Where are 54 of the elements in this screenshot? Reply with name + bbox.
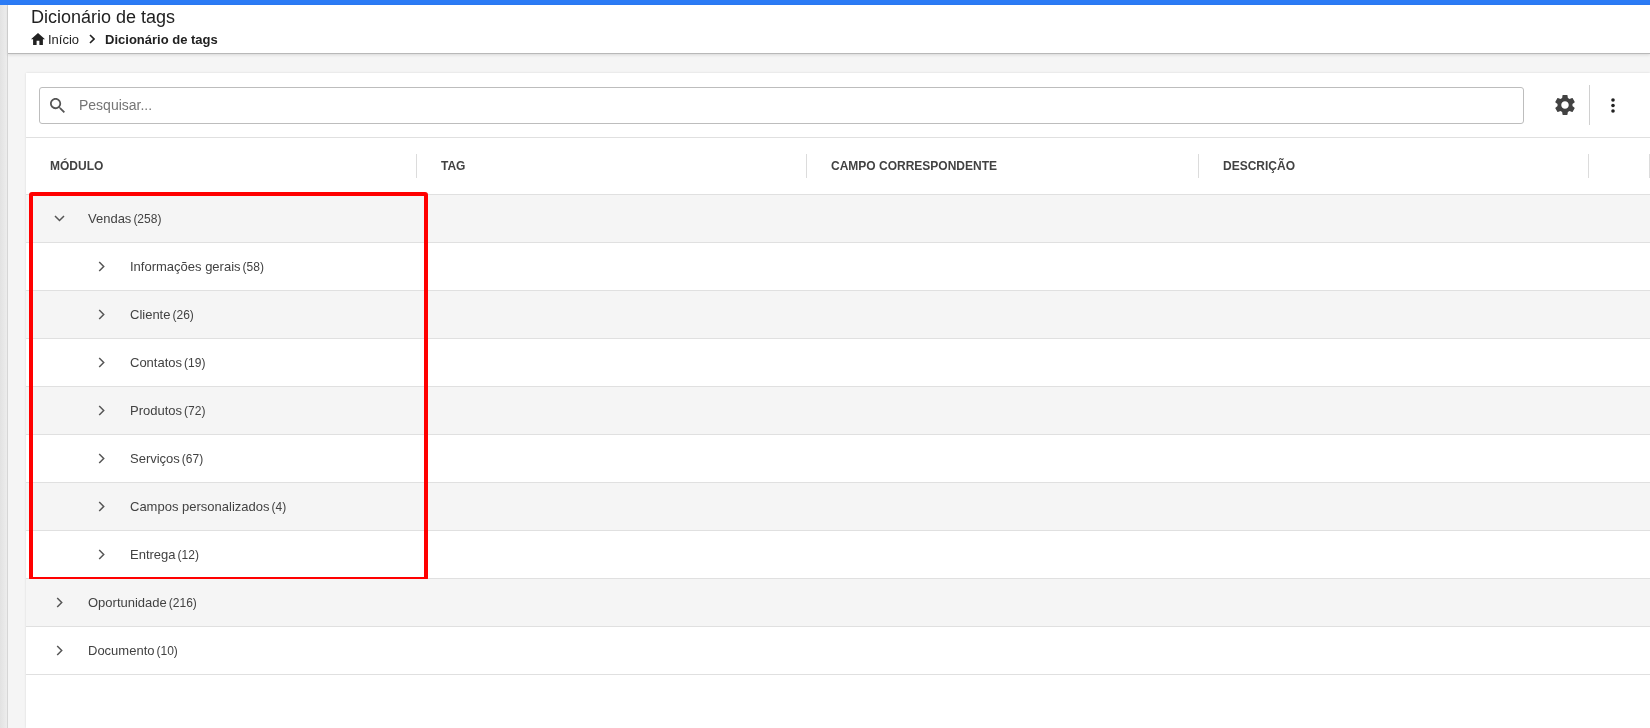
row-count: (216) bbox=[168, 595, 197, 610]
row-label: Produtos bbox=[130, 403, 183, 418]
row-label: Vendas bbox=[88, 211, 132, 226]
row-label: Campos personalizados bbox=[130, 499, 270, 514]
row-count: (258) bbox=[133, 211, 162, 226]
tree-row[interactable]: Entrega(12) bbox=[26, 531, 1650, 579]
chevron-right-icon[interactable] bbox=[98, 357, 105, 368]
row-label: Entrega bbox=[130, 547, 176, 562]
column-header[interactable]: TAG bbox=[441, 159, 466, 173]
column-header[interactable]: DESCRIÇÃO bbox=[1223, 159, 1295, 173]
chevron-right-icon[interactable] bbox=[98, 453, 105, 464]
more-vertical-icon bbox=[1611, 97, 1615, 113]
chevron-right-icon[interactable] bbox=[98, 501, 105, 512]
tree-row[interactable]: Serviços(67) bbox=[26, 435, 1650, 483]
breadcrumb-link[interactable]: Início bbox=[31, 31, 80, 47]
tree-row[interactable]: Informações gerais(58) bbox=[26, 243, 1650, 291]
column-header[interactable]: CAMPO CORRESPONDENTE bbox=[831, 159, 997, 173]
row-count: (10) bbox=[156, 643, 178, 658]
chevron-right-icon[interactable] bbox=[98, 261, 105, 272]
search-field[interactable]: Pesquisar... bbox=[39, 86, 1524, 124]
row-label: Cliente bbox=[130, 307, 171, 322]
row-label: Oportunidade bbox=[88, 595, 167, 610]
chevron-right-icon[interactable] bbox=[98, 549, 105, 560]
tree-row[interactable]: Campos personalizados(4) bbox=[26, 483, 1650, 531]
search-icon bbox=[50, 97, 65, 113]
row-count: (67) bbox=[181, 451, 204, 466]
row-label: Documento bbox=[88, 643, 155, 658]
chevron-right-icon[interactable] bbox=[98, 309, 105, 320]
tree-row[interactable]: Contatos(19) bbox=[26, 339, 1650, 387]
chevron-right-icon[interactable] bbox=[56, 645, 63, 656]
row-label: Contatos bbox=[130, 355, 183, 370]
row-count: (26) bbox=[172, 307, 194, 322]
row-count: (4) bbox=[271, 499, 287, 514]
breadcrumb-current: Dicionário de tags bbox=[105, 31, 218, 47]
chevron-right-icon[interactable] bbox=[56, 597, 63, 608]
chevron-right-icon bbox=[89, 34, 96, 44]
row-count: (12) bbox=[177, 547, 199, 562]
page-title: Dicionário de tags bbox=[31, 6, 176, 28]
home-icon bbox=[31, 33, 45, 45]
column-header[interactable]: MÓDULO bbox=[50, 159, 104, 173]
row-count: (58) bbox=[242, 259, 264, 274]
tree-row[interactable]: Vendas(258) bbox=[26, 195, 1650, 243]
chevron-down-icon[interactable] bbox=[54, 215, 65, 222]
tree-row[interactable]: Oportunidade(216) bbox=[26, 579, 1650, 627]
row-label: Serviços bbox=[130, 451, 180, 466]
tree-row[interactable]: Documento(10) bbox=[26, 627, 1650, 675]
tree-row[interactable]: Produtos(72) bbox=[26, 387, 1650, 435]
tree-row[interactable]: Cliente(26) bbox=[26, 291, 1650, 339]
row-label: Informações gerais bbox=[130, 259, 241, 274]
row-count: (72) bbox=[184, 403, 206, 418]
chevron-right-icon[interactable] bbox=[98, 405, 105, 416]
settings-icon bbox=[1555, 95, 1575, 115]
row-count: (19) bbox=[184, 355, 206, 370]
settings-button[interactable] bbox=[1553, 93, 1577, 117]
